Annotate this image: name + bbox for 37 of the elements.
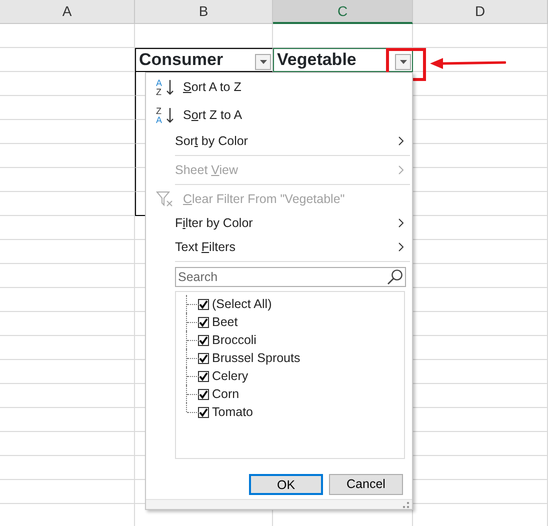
- menu-item[interactable]: Z A Sort Z to A: [146, 101, 412, 129]
- chevron-icon: [398, 165, 404, 175]
- checkbox-label: Broccoli: [212, 332, 256, 349]
- chevron-icon: [398, 242, 404, 252]
- column-header[interactable]: C: [273, 0, 413, 24]
- checkbox[interactable]: [198, 316, 209, 328]
- filter-dropdown-button[interactable]: [395, 54, 411, 70]
- checkbox[interactable]: [198, 352, 209, 364]
- column-header[interactable]: B: [135, 0, 273, 24]
- checkbox-label: Celery: [212, 368, 248, 385]
- checkbox[interactable]: [198, 370, 209, 382]
- menu-item[interactable]: Text Filters: [146, 235, 412, 259]
- checkbox[interactable]: [198, 298, 209, 310]
- menu-item[interactable]: A Z Sort A to Z: [146, 73, 412, 101]
- checkbox-label: Tomato: [212, 404, 253, 421]
- ok-button[interactable]: OK: [249, 474, 323, 495]
- chevron-icon: [398, 136, 404, 146]
- cancel-button[interactable]: Cancel: [329, 474, 403, 495]
- caret-icon: [400, 60, 406, 64]
- menu-item[interactable]: Filter by Color: [146, 211, 412, 235]
- resize-grip-icon: [403, 502, 409, 508]
- checkbox-label: Beet: [212, 314, 238, 331]
- checkbox[interactable]: [198, 334, 209, 346]
- search-field[interactable]: Search: [175, 267, 406, 287]
- column-header[interactable]: A: [0, 0, 135, 24]
- checkbox[interactable]: [198, 388, 209, 400]
- chevron-icon: [398, 218, 404, 228]
- checkbox-label: (Select All): [212, 296, 272, 313]
- checkbox-label: Brussel Sprouts: [212, 350, 300, 367]
- table-header-cell: Consumer: [135, 48, 273, 72]
- menu-item[interactable]: Sort by Color: [146, 129, 412, 153]
- column-header[interactable]: D: [413, 0, 548, 24]
- filter-dropdown-button[interactable]: [255, 54, 271, 70]
- search-icon: [387, 269, 403, 285]
- checkbox-label: Corn: [212, 386, 240, 403]
- caret-icon: [260, 60, 266, 64]
- checkbox[interactable]: [198, 406, 209, 418]
